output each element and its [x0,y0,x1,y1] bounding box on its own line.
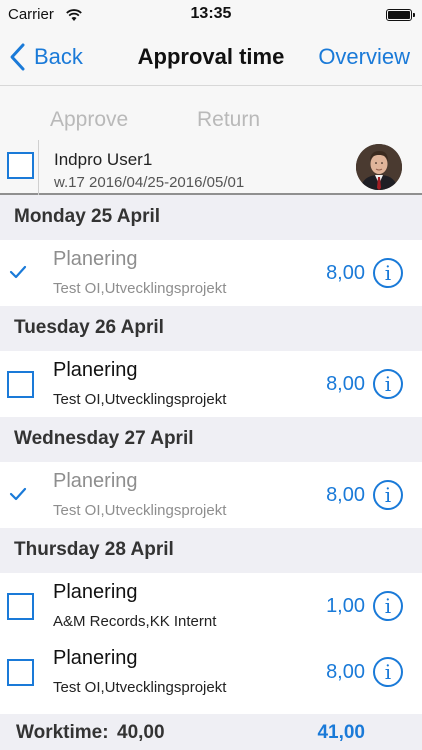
day-header: Tuesday 26 April [0,306,422,351]
user-header: Indpro User1 w.17 2016/04/25-2016/05/01 [0,140,422,195]
entry-project: Test OI,Utvecklingsprojekt [53,391,227,408]
entry-hours: 8,00 [326,484,365,506]
entry-activity: Planering [53,359,138,381]
checkmark-icon[interactable] [8,262,28,282]
day-label: Wednesday 27 April [14,428,194,449]
time-entry-row[interactable]: Planering Test OI,Utvecklingsprojekt 8,00 i [0,462,422,528]
user-week-range: w.17 2016/04/25-2016/05/01 [54,174,245,191]
day-header: Wednesday 27 April [0,417,422,462]
time-entry-row[interactable]: Planering A&M Records,KK Internt 1,00 i [0,573,422,639]
day-label: Monday 25 April [14,206,161,227]
divider [38,140,39,195]
entry-checkbox[interactable] [7,593,34,620]
entry-hours: 8,00 [326,373,365,395]
entry-project: Test OI,Utvecklingsprojekt [53,280,227,297]
avatar [356,144,402,190]
day-label: Tuesday 26 April [14,317,164,338]
entry-hours: 8,00 [326,262,365,284]
total-hours: 41,00 [317,722,365,743]
entry-hours: 1,00 [326,595,365,617]
worktime-label: Worktime: [16,722,109,743]
entry-checkbox[interactable] [7,371,34,398]
navigation-bar: Back Approval time Overview [0,30,422,86]
entry-project: Test OI,Utvecklingsprojekt [53,679,227,696]
info-icon[interactable]: i [373,258,403,288]
checkmark-icon[interactable] [8,484,28,504]
day-label: Thursday 28 April [14,539,174,560]
action-bar: Approve Return [0,86,422,140]
worktime-value: 40,00 [117,722,165,743]
chevron-left-icon [10,43,25,71]
entry-hours: 8,00 [326,661,365,683]
day-header: Monday 25 April [0,195,422,240]
info-icon[interactable]: i [373,480,403,510]
info-icon[interactable]: i [373,369,403,399]
day-header: Thursday 28 April [0,528,422,573]
select-all-checkbox[interactable] [7,152,34,179]
overview-button[interactable]: Overview [318,44,410,70]
info-icon[interactable]: i [373,657,403,687]
entry-activity: Planering [53,647,138,669]
time-entry-row[interactable]: Planering Test OI,Utvecklingsprojekt 8,00 i [0,351,422,417]
user-photo-icon [356,144,402,190]
approve-button[interactable]: Approve [50,108,128,132]
back-button[interactable]: Back [8,41,83,73]
entry-activity: Planering [53,248,138,270]
user-name: Indpro User1 [54,150,153,169]
entry-activity: Planering [53,470,138,492]
return-button[interactable]: Return [197,108,260,132]
entry-activity: Planering [53,581,138,603]
status-bar: Carrier 13:35 [0,0,422,30]
info-icon[interactable]: i [373,591,403,621]
time-entry-row[interactable]: Planering Test OI,Utvecklingsprojekt 8,00 i [0,240,422,306]
battery-icon [386,9,415,21]
entry-checkbox[interactable] [7,659,34,686]
time-entry-row[interactable]: Planering Test OI,Utvecklingsprojekt 8,00 i [0,639,422,705]
worktime-footer: Worktime: 40,00 41,00 [0,714,422,750]
entry-project: Test OI,Utvecklingsprojekt [53,502,227,519]
back-label: Back [34,44,83,69]
status-time: 13:35 [190,5,232,22]
entry-project: A&M Records,KK Internt [53,613,217,630]
